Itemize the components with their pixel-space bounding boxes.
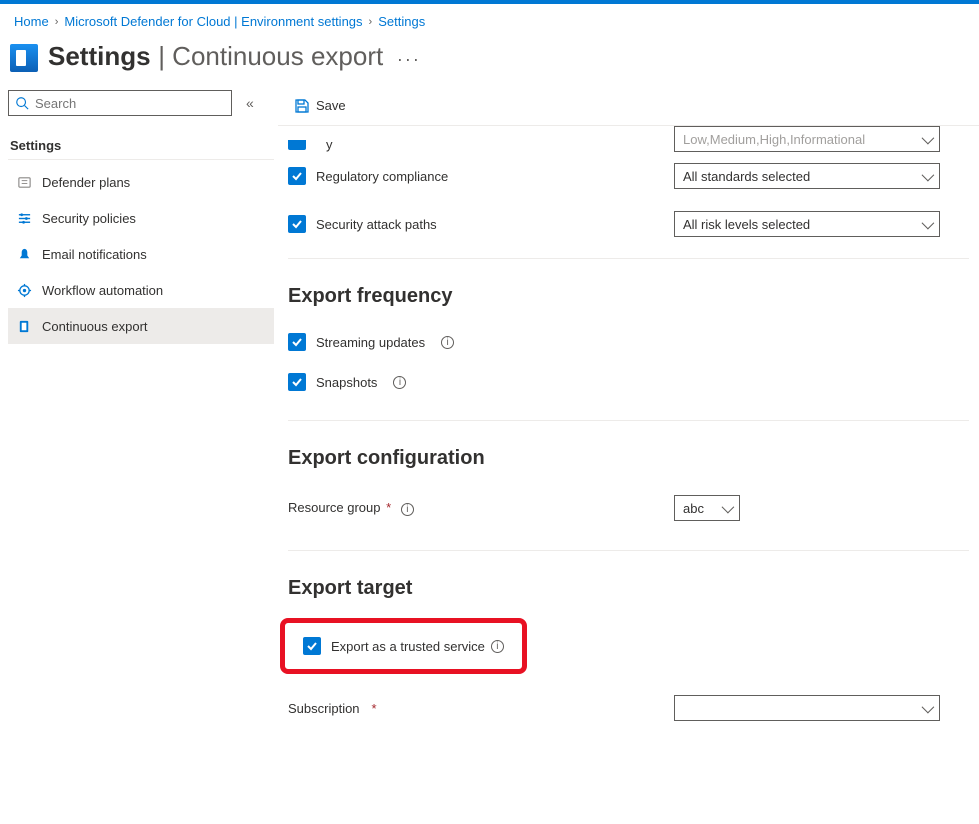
checkbox-snapshots[interactable] xyxy=(288,373,306,391)
dropdown-resource-group[interactable]: abc xyxy=(674,495,740,521)
checkbox-regulatory-compliance[interactable] xyxy=(288,167,306,185)
label-subscription: Subscription xyxy=(288,701,360,716)
main-panel: Save y Low,Medium,High,Informational xyxy=(278,86,979,820)
chevron-down-icon xyxy=(922,132,931,147)
row-snapshots: Snapshots i xyxy=(288,362,969,402)
page-header: Settings | Continuous export ··· xyxy=(0,37,979,86)
collapse-sidebar-icon[interactable]: « xyxy=(246,95,254,111)
checkbox-streaming-updates[interactable] xyxy=(288,333,306,351)
chevron-down-icon xyxy=(922,169,931,184)
chevron-down-icon xyxy=(722,501,731,516)
sidebar: « Settings Defender plans Security polic… xyxy=(0,86,278,820)
page-subtitle: | Continuous export xyxy=(158,41,383,71)
dropdown-severity[interactable]: Low,Medium,High,Informational xyxy=(674,126,940,152)
sidebar-item-label: Workflow automation xyxy=(42,283,163,298)
sidebar-item-defender-plans[interactable]: Defender plans xyxy=(8,164,274,200)
dropdown-value: Low,Medium,High,Informational xyxy=(683,132,865,147)
row-regulatory-compliance: Regulatory compliance All standards sele… xyxy=(288,152,969,200)
divider xyxy=(288,258,969,259)
info-icon[interactable]: i xyxy=(441,336,454,349)
breadcrumb: Home › Microsoft Defender for Cloud | En… xyxy=(0,4,979,37)
label-snapshots: Snapshots xyxy=(316,375,377,390)
required-star: * xyxy=(386,500,391,515)
toolbar: Save xyxy=(278,86,979,126)
dropdown-risk-levels[interactable]: All risk levels selected xyxy=(674,211,940,237)
sidebar-item-security-policies[interactable]: Security policies xyxy=(8,200,274,236)
sidebar-item-workflow-automation[interactable]: Workflow automation xyxy=(8,272,274,308)
row-subscription: Subscription * xyxy=(288,684,969,732)
dropdown-value: abc xyxy=(683,501,704,516)
info-icon[interactable]: i xyxy=(491,640,504,653)
sidebar-item-label: Continuous export xyxy=(42,319,148,334)
breadcrumb-home[interactable]: Home xyxy=(14,14,49,29)
partial-label: y xyxy=(326,137,333,152)
divider xyxy=(288,550,969,551)
label-resource-group: Resource group xyxy=(288,500,381,515)
sidebar-item-email-notifications[interactable]: Email notifications xyxy=(8,236,274,272)
search-icon xyxy=(15,96,29,110)
dropdown-standards[interactable]: All standards selected xyxy=(674,163,940,189)
dropdown-value: All risk levels selected xyxy=(683,217,810,232)
partial-row-severity: y Low,Medium,High,Informational xyxy=(288,126,969,152)
label-regulatory-compliance: Regulatory compliance xyxy=(316,169,448,184)
info-icon[interactable]: i xyxy=(401,503,414,516)
dropdown-subscription[interactable] xyxy=(674,695,940,721)
sidebar-item-label: Email notifications xyxy=(42,247,147,262)
label-trusted-service: Export as a trusted service xyxy=(331,639,485,654)
chevron-down-icon xyxy=(922,701,931,716)
search-input-wrapper[interactable] xyxy=(8,90,232,116)
settings-blade-icon xyxy=(10,44,38,72)
heading-export-frequency: Export frequency xyxy=(288,285,969,308)
divider xyxy=(288,420,969,421)
checkbox-attack-paths[interactable] xyxy=(288,215,306,233)
chevron-down-icon xyxy=(922,217,931,232)
row-streaming-updates: Streaming updates i xyxy=(288,322,969,362)
required-star: * xyxy=(372,701,377,716)
label-attack-paths: Security attack paths xyxy=(316,217,437,232)
dropdown-value: All standards selected xyxy=(683,169,810,184)
checkbox-trusted-service[interactable] xyxy=(303,637,321,655)
page-title: Settings xyxy=(48,41,151,71)
save-icon xyxy=(294,98,310,114)
checkbox-severity[interactable] xyxy=(288,140,306,150)
label-streaming-updates: Streaming updates xyxy=(316,335,425,350)
sidebar-item-continuous-export[interactable]: Continuous export xyxy=(8,308,274,344)
email-notifications-icon xyxy=(16,246,32,262)
heading-export-configuration: Export configuration xyxy=(288,447,969,470)
more-actions-button[interactable]: ··· xyxy=(397,49,421,69)
chevron-right-icon: › xyxy=(369,16,373,28)
highlight-trusted-service: Export as a trusted service i xyxy=(280,618,527,674)
row-attack-paths: Security attack paths All risk levels se… xyxy=(288,200,969,248)
info-icon[interactable]: i xyxy=(393,376,406,389)
workflow-automation-icon xyxy=(16,282,32,298)
row-resource-group: Resource group * i abc xyxy=(288,484,969,532)
heading-export-target: Export target xyxy=(288,577,969,600)
security-policies-icon xyxy=(16,210,32,226)
sidebar-item-label: Security policies xyxy=(42,211,136,226)
sidebar-section-header: Settings xyxy=(8,126,274,160)
breadcrumb-settings[interactable]: Settings xyxy=(378,14,425,29)
defender-plans-icon xyxy=(16,174,32,190)
breadcrumb-defender[interactable]: Microsoft Defender for Cloud | Environme… xyxy=(64,14,362,29)
save-button[interactable]: Save xyxy=(288,94,352,118)
save-label: Save xyxy=(316,98,346,113)
sidebar-item-label: Defender plans xyxy=(42,175,130,190)
chevron-right-icon: › xyxy=(55,16,59,28)
continuous-export-icon xyxy=(16,318,32,334)
search-input[interactable] xyxy=(35,96,225,111)
